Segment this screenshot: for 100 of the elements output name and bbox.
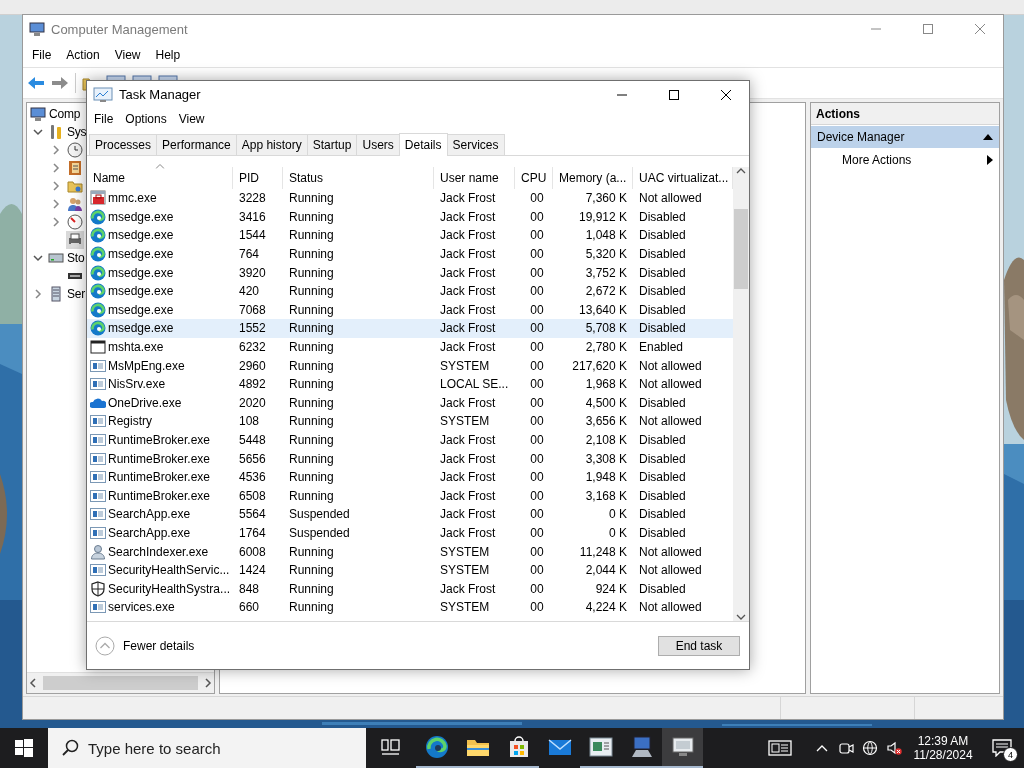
table-cell: Running bbox=[289, 228, 334, 243]
menu-item[interactable]: File bbox=[88, 109, 120, 128]
tree-item[interactable]: Sys bbox=[67, 125, 87, 139]
column-header[interactable]: Name bbox=[87, 167, 233, 189]
table-row[interactable]: msedge.exe 420 Running Jack Frost 00 2,672 K Disabled bbox=[87, 281, 733, 301]
menu-item[interactable]: View bbox=[172, 109, 211, 128]
maximize-icon bbox=[669, 89, 679, 100]
table-cell: 00 bbox=[530, 414, 544, 429]
table-cell: Disabled bbox=[639, 228, 686, 243]
gauge-icon bbox=[67, 214, 83, 230]
table-cell: msedge.exe bbox=[108, 247, 174, 262]
news-icon bbox=[768, 739, 792, 757]
menu-item[interactable]: File bbox=[25, 45, 60, 65]
table-row[interactable]: SearchApp.exe 1764 Suspended Jack Frost 00 0 K Disabled bbox=[87, 523, 733, 543]
table-cell: Jack Frost bbox=[440, 526, 496, 540]
table-cell: Running bbox=[289, 284, 334, 299]
action-group-header[interactable]: Device Manager bbox=[811, 126, 999, 148]
tree-item[interactable] bbox=[66, 231, 84, 249]
tab[interactable]: Startup bbox=[306, 134, 358, 155]
menu-item[interactable]: Options bbox=[119, 109, 173, 128]
table-row[interactable]: msedge.exe 1552 Running Jack Frost 00 5,708 K Disabled bbox=[87, 319, 733, 338]
table-row[interactable]: Registry 108 Running SYSTEM 00 3,656 K Not allowed bbox=[87, 412, 733, 431]
table-cell: 19,912 K bbox=[578, 209, 627, 224]
notification-count: 4 bbox=[1003, 747, 1018, 762]
tree-item[interactable]: Sto bbox=[67, 251, 85, 265]
table-row[interactable]: mmc.exe 3228 Running Jack Frost 00 7,360 K Not allowed bbox=[87, 189, 733, 208]
column-header[interactable]: Memory (a... bbox=[553, 167, 633, 189]
table-row[interactable]: msedge.exe 7068 Running Jack Frost 00 13,640 K Disabled bbox=[87, 300, 733, 320]
table-cell: Running bbox=[289, 209, 334, 224]
table-row[interactable]: msedge.exe 764 Running Jack Frost 00 5,320 K Disabled bbox=[87, 244, 733, 264]
action-link[interactable]: More Actions bbox=[811, 149, 999, 171]
scrollbar-thumb[interactable] bbox=[43, 676, 198, 690]
end-task-button[interactable]: End task bbox=[658, 635, 740, 656]
tab[interactable]: Users bbox=[356, 134, 400, 155]
table-row[interactable]: SearchIndexer.exe 6008 Running SYSTEM 00 11,248 K Not allowed bbox=[87, 542, 733, 561]
table-row[interactable]: OneDrive.exe 2020 Running Jack Frost 00 4,500 K Disabled bbox=[87, 393, 733, 413]
table-row[interactable]: SecurityHealthServic... 1424 Running SYSTEM 00 2,044 K Not allowed bbox=[87, 560, 733, 580]
table-cell: Running bbox=[289, 563, 334, 578]
tree-item[interactable] bbox=[66, 195, 84, 213]
table-row[interactable]: mshta.exe 6232 Running Jack Frost 00 2,780 K Enabled bbox=[87, 337, 733, 357]
table-cell: 00 bbox=[530, 247, 544, 262]
table-row[interactable]: RuntimeBroker.exe 5656 Running Jack Frost 00 3,308 K Disabled bbox=[87, 449, 733, 468]
table-row[interactable]: RuntimeBroker.exe 5448 Running Jack Frost 00 2,108 K Disabled bbox=[87, 430, 733, 450]
table-row[interactable]: msedge.exe 3416 Running Jack Frost 00 19,912 K Disabled bbox=[87, 207, 733, 227]
table-row[interactable]: msedge.exe 3920 Running Jack Frost 00 3,752 K Disabled bbox=[87, 263, 733, 282]
tab[interactable]: Details bbox=[398, 133, 448, 156]
menu-item[interactable]: Action bbox=[59, 45, 108, 65]
table-cell: Not allowed bbox=[639, 414, 702, 429]
tree-item[interactable]: Ser bbox=[67, 287, 86, 301]
table-cell: msedge.exe bbox=[108, 321, 174, 336]
table-row[interactable]: msedge.exe 1544 Running Jack Frost 00 1,048 K Disabled bbox=[87, 226, 733, 245]
table-cell: Running bbox=[289, 414, 334, 429]
table-cell: services.exe bbox=[108, 600, 175, 615]
table-cell: Running bbox=[289, 488, 334, 503]
table-cell: Running bbox=[289, 433, 334, 447]
table-cell: 3920 bbox=[239, 265, 266, 280]
menu-item[interactable]: View bbox=[107, 45, 149, 65]
column-header[interactable]: User name bbox=[434, 167, 515, 189]
tree-item[interactable]: Comp bbox=[49, 107, 81, 121]
table-cell: Running bbox=[289, 544, 334, 559]
table-cell: 1764 bbox=[239, 526, 266, 540]
table-row[interactable]: RuntimeBroker.exe 6508 Running Jack Frost 00 3,168 K Disabled bbox=[87, 486, 733, 506]
table-row[interactable]: services.exe 660 Running SYSTEM 00 4,224 K Not allowed bbox=[87, 598, 733, 617]
column-header[interactable]: Status bbox=[283, 167, 434, 189]
table-cell: 5,320 K bbox=[585, 247, 627, 262]
table-row[interactable]: NisSrv.exe 4892 Running LOCAL SE... 00 1,968 K Not allowed bbox=[87, 374, 733, 394]
tab[interactable]: Services bbox=[446, 134, 505, 155]
table-cell: 00 bbox=[530, 321, 544, 336]
table-cell: SecurityHealthSystra... bbox=[108, 581, 231, 596]
scroll-right-icon bbox=[202, 677, 214, 689]
notifications-button[interactable]: 4 bbox=[980, 728, 1024, 768]
table-cell: 660 bbox=[239, 600, 260, 615]
table-row[interactable]: SecurityHealthSystra... 848 Running Jack Frost 00 924 K Disabled bbox=[87, 579, 733, 599]
column-header[interactable]: CPU bbox=[515, 167, 553, 189]
scrollbar-thumb[interactable] bbox=[734, 209, 748, 289]
fewer-details-button[interactable]: Fewer details bbox=[95, 635, 195, 656]
table-cell: Suspended bbox=[289, 526, 350, 540]
app-window-icon bbox=[90, 469, 106, 486]
tab[interactable]: Performance bbox=[156, 134, 237, 155]
table-cell: NisSrv.exe bbox=[108, 377, 166, 392]
taskbar-button[interactable] bbox=[662, 728, 703, 768]
user-icon bbox=[90, 543, 106, 560]
table-row[interactable]: SearchApp.exe 5564 Suspended Jack Frost 00 0 K Disabled bbox=[87, 505, 733, 524]
table-cell: Running bbox=[289, 395, 334, 410]
swirl-icon bbox=[424, 735, 449, 759]
computer-icon bbox=[629, 735, 654, 759]
close-icon bbox=[975, 24, 985, 34]
table-cell: 6508 bbox=[239, 488, 266, 503]
menu-item[interactable]: Help bbox=[148, 45, 189, 65]
table-cell: 924 K bbox=[595, 581, 627, 596]
table-cell: Jack Frost bbox=[440, 395, 496, 410]
table-cell: 420 bbox=[239, 284, 260, 299]
tab[interactable]: Processes bbox=[89, 134, 158, 155]
search-field[interactable]: Type here to search bbox=[48, 728, 366, 768]
column-header[interactable]: PID bbox=[233, 167, 283, 189]
clock[interactable]: 12:39 AM 11/28/2024 bbox=[906, 728, 980, 768]
table-row[interactable]: RuntimeBroker.exe 4536 Running Jack Frost 00 1,948 K Disabled bbox=[87, 467, 733, 487]
tab[interactable]: App history bbox=[235, 134, 308, 155]
camera-icon bbox=[838, 740, 854, 756]
table-row[interactable]: MsMpEng.exe 2960 Running SYSTEM 00 217,620 K Not allowed bbox=[87, 356, 733, 375]
